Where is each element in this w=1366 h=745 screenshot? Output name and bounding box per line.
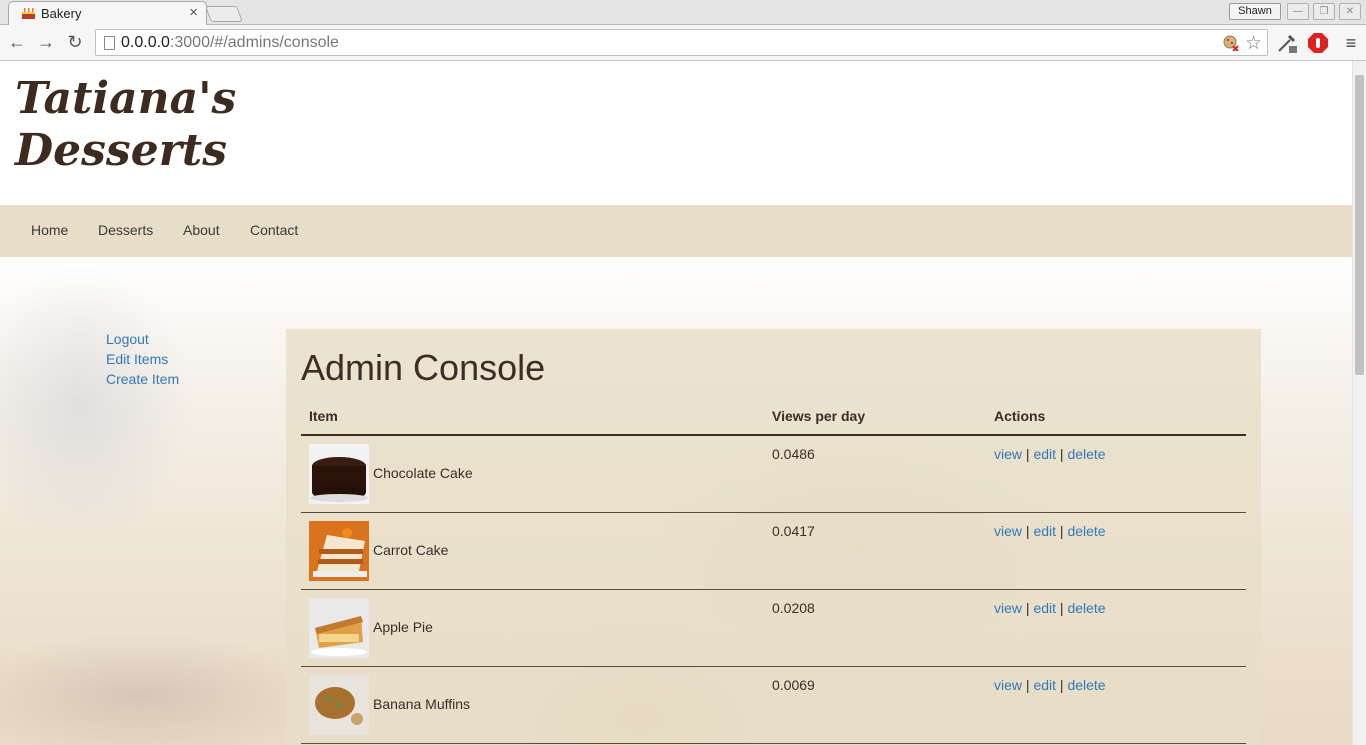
- create-item-link[interactable]: Create Item: [106, 371, 179, 387]
- restore-window-icon[interactable]: ❐: [1313, 3, 1335, 20]
- edit-link[interactable]: edit: [1033, 523, 1056, 539]
- header-divider: [301, 434, 1246, 436]
- cake-favicon-icon: [22, 8, 35, 19]
- delete-link[interactable]: delete: [1067, 446, 1105, 462]
- item-name: Carrot Cake: [373, 542, 449, 558]
- item-name: Banana Muffins: [373, 696, 471, 712]
- adblock-extension-icon[interactable]: [1307, 32, 1329, 54]
- browser-tab[interactable]: Bakery ×: [8, 1, 207, 25]
- view-link[interactable]: view: [994, 600, 1022, 616]
- reload-icon[interactable]: ↻: [65, 32, 85, 52]
- chocolate-cake-thumbnail: [309, 444, 369, 504]
- scrollbar-thumb[interactable]: [1355, 75, 1364, 375]
- page-viewport: Tatiana's Desserts Home Desserts About C…: [0, 61, 1352, 745]
- row-actions: view | edit | delete: [994, 600, 1106, 616]
- column-header-actions: Actions: [994, 408, 1046, 424]
- site-logo[interactable]: Tatiana's Desserts: [15, 73, 236, 177]
- views-value: 0.0417: [772, 523, 815, 539]
- edit-link[interactable]: edit: [1033, 446, 1056, 462]
- column-header-views: Views per day: [772, 408, 866, 424]
- row-divider: [301, 743, 1246, 744]
- carrot-cake-thumbnail: [309, 521, 369, 581]
- page-icon: [104, 36, 115, 50]
- nav-item-home[interactable]: Home: [31, 222, 68, 238]
- item-name: Apple Pie: [373, 619, 433, 635]
- view-link[interactable]: view: [994, 446, 1022, 462]
- profile-button[interactable]: Shawn: [1229, 3, 1281, 20]
- minimize-window-icon[interactable]: —: [1287, 3, 1309, 20]
- logout-link[interactable]: Logout: [106, 331, 149, 347]
- row-divider: [301, 666, 1246, 667]
- banana-muffins-thumbnail: [309, 675, 369, 735]
- edit-items-link[interactable]: Edit Items: [106, 351, 168, 367]
- edit-link[interactable]: edit: [1033, 600, 1056, 616]
- tab-title: Bakery: [41, 6, 82, 21]
- bookmark-star-icon[interactable]: ☆: [1245, 32, 1262, 55]
- admin-console-panel: Admin Console Item Views per day Actions…: [286, 329, 1261, 745]
- views-value: 0.0208: [772, 600, 815, 616]
- nav-item-desserts[interactable]: Desserts: [98, 222, 153, 238]
- row-divider: [301, 589, 1246, 590]
- edit-link[interactable]: edit: [1033, 677, 1056, 693]
- row-actions: view | edit | delete: [994, 523, 1106, 539]
- nav-item-contact[interactable]: Contact: [250, 222, 298, 238]
- cookie-blocked-icon[interactable]: [1223, 35, 1239, 51]
- row-actions: view | edit | delete: [994, 677, 1106, 693]
- item-name: Chocolate Cake: [373, 465, 473, 481]
- back-arrow-icon[interactable]: ←: [7, 32, 27, 52]
- column-header-item: Item: [309, 408, 338, 424]
- address-bar[interactable]: 0.0.0.0:3000/#/admins/console ☆: [95, 29, 1268, 56]
- row-divider: [301, 512, 1246, 513]
- views-value: 0.0069: [772, 677, 815, 693]
- nav-item-about[interactable]: About: [183, 222, 220, 238]
- page-title: Admin Console: [301, 347, 546, 388]
- delete-link[interactable]: delete: [1067, 600, 1105, 616]
- main-nav: Home Desserts About Contact: [0, 205, 1352, 257]
- view-link[interactable]: view: [994, 677, 1022, 693]
- close-window-icon[interactable]: ✕: [1339, 3, 1361, 20]
- view-link[interactable]: view: [994, 523, 1022, 539]
- apple-pie-thumbnail: [309, 598, 369, 658]
- menu-icon[interactable]: ≡: [1340, 32, 1362, 54]
- vertical-scrollbar[interactable]: [1352, 61, 1366, 745]
- row-actions: view | edit | delete: [994, 446, 1106, 462]
- url-text: 0.0.0.0:3000/#/admins/console: [121, 34, 339, 51]
- views-value: 0.0486: [772, 446, 815, 462]
- new-tab-button[interactable]: [205, 6, 243, 22]
- delete-link[interactable]: delete: [1067, 523, 1105, 539]
- tab-close-icon[interactable]: ×: [189, 4, 198, 21]
- browser-tab-strip: Bakery × Shawn — ❐ ✕: [0, 0, 1366, 25]
- eyedropper-extension-icon[interactable]: [1276, 32, 1298, 54]
- delete-link[interactable]: delete: [1067, 677, 1105, 693]
- forward-arrow-icon[interactable]: →: [36, 32, 56, 52]
- browser-toolbar: ← → ↻ 0.0.0.0:3000/#/admins/console ☆ ≡: [0, 25, 1366, 61]
